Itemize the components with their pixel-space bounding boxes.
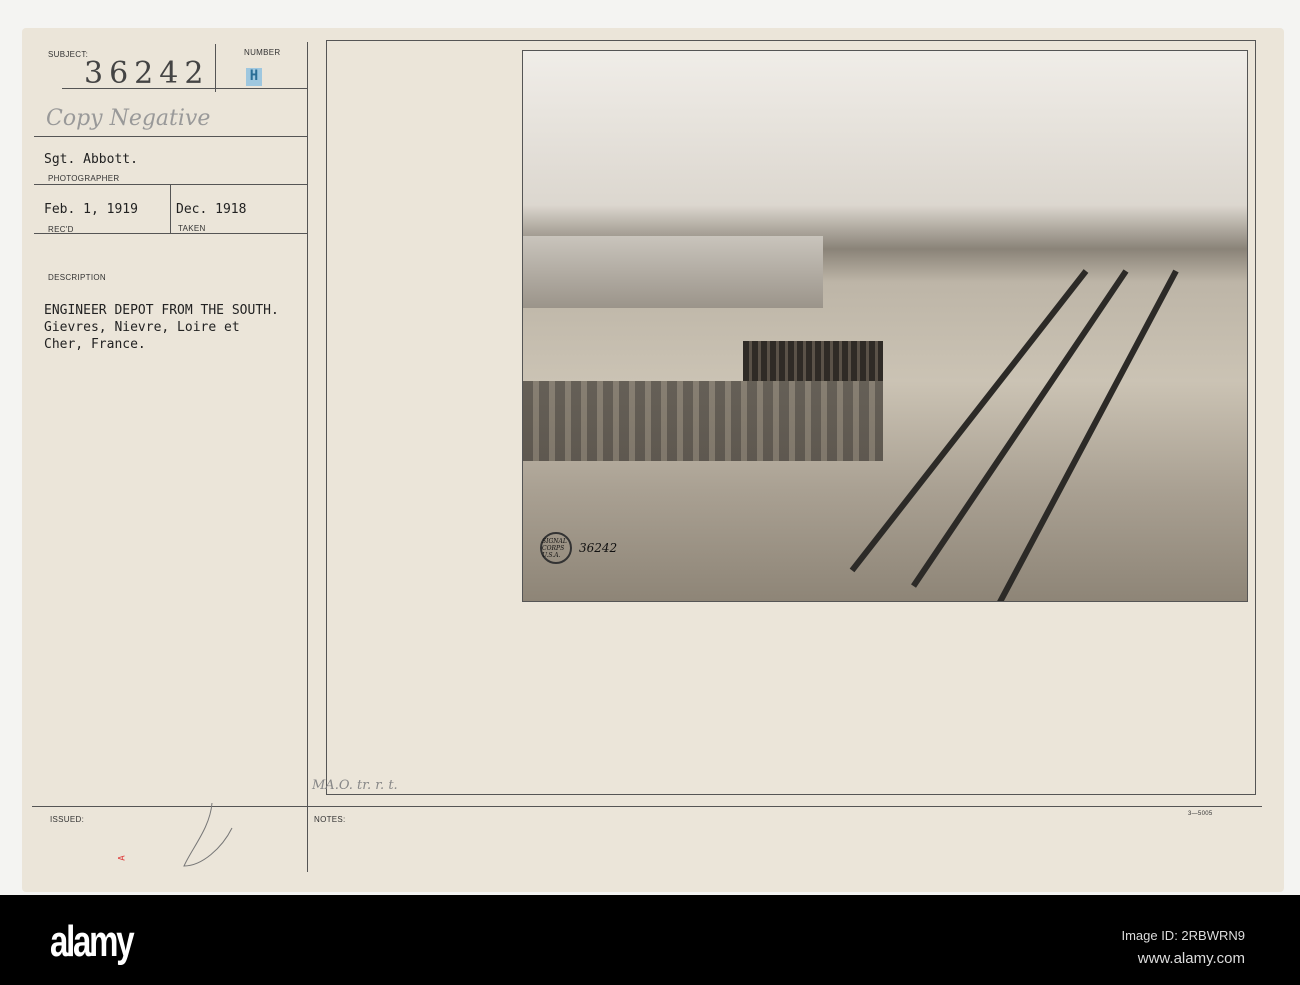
taken-label: TAKEN <box>178 224 206 233</box>
red-mark: A <box>117 855 128 861</box>
notes-label: NOTES: <box>314 815 346 824</box>
depot-photograph: SIGNAL CORPS U.S.A. 36242 <box>522 50 1248 602</box>
subject-value: 36242 <box>84 56 210 91</box>
handwritten-check-mark <box>183 802 233 867</box>
number-label: NUMBER <box>244 48 281 57</box>
watermark-footer: alamy Image ID: 2RBWRN9 www.alamy.com <box>0 895 1300 985</box>
subject-label: SUBJECT: <box>48 50 89 59</box>
description: ENGINEER DEPOT FROM THE SOUTH. Gievres, … <box>44 303 279 352</box>
issued-label: ISSUED: <box>50 815 85 824</box>
description-label: DESCRIPTION <box>48 273 106 282</box>
warehouse-shed <box>523 236 823 308</box>
handwritten-note: Copy Negative <box>46 106 211 131</box>
photographer-value: Sgt. Abbott. <box>44 152 138 167</box>
negative-number: 36242 <box>579 541 618 555</box>
notes-handwritten: MA.O. tr. r. t. <box>312 778 398 793</box>
form-number: 3—5005 <box>1188 811 1213 817</box>
watermark-url: www.alamy.com <box>1137 950 1245 967</box>
image-id: Image ID: 2RBWRN9 <box>1121 928 1245 943</box>
received-date: Feb. 1, 1919 <box>44 202 138 217</box>
number-value: H <box>246 68 262 86</box>
taken-date: Dec. 1918 <box>176 202 247 217</box>
signal-corps-seal: SIGNAL CORPS U.S.A. <box>540 532 572 564</box>
alamy-logo: alamy <box>50 917 135 966</box>
photographer-label: PHOTOGRAPHER <box>48 174 120 183</box>
